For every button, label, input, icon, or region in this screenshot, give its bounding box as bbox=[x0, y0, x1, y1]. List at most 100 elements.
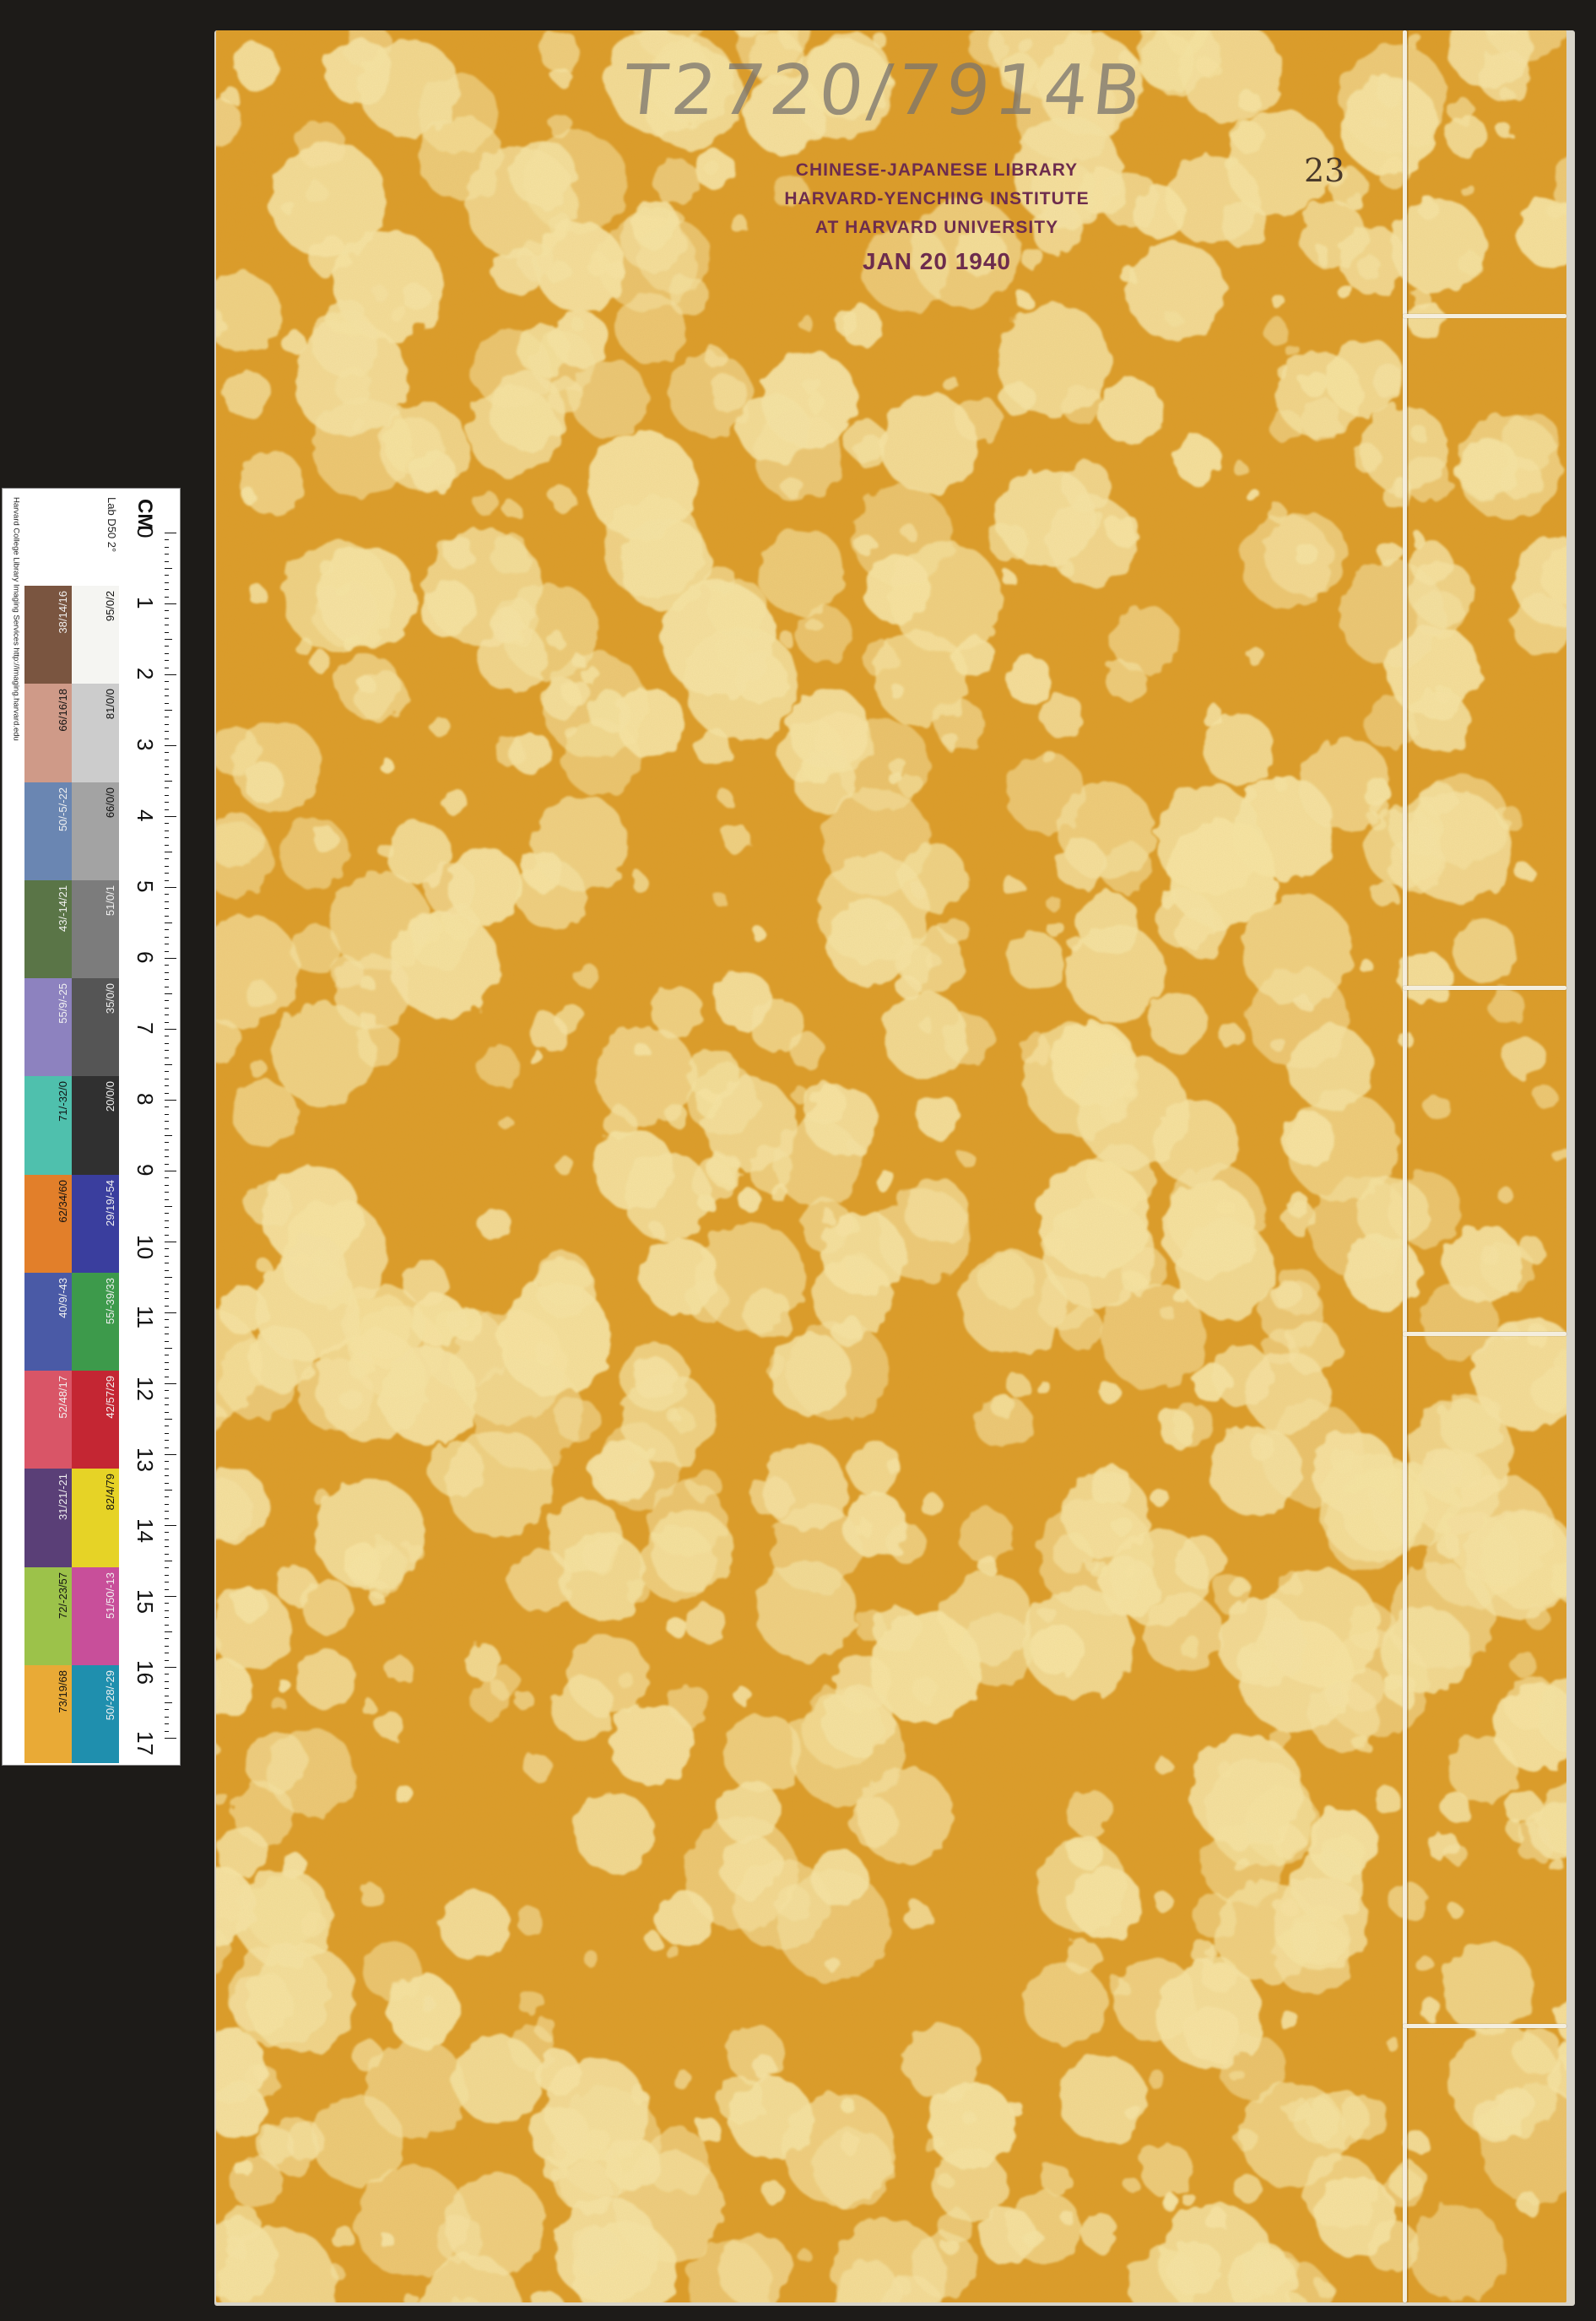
ruler-tick bbox=[165, 1688, 169, 1690]
ruler-number: 3 bbox=[133, 738, 158, 751]
ruler-number: 12 bbox=[133, 1377, 158, 1401]
color-swatch: 50/-5/-22 bbox=[24, 782, 72, 880]
ruler-tick bbox=[165, 646, 169, 647]
color-swatch: 51/50/-13 bbox=[72, 1566, 119, 1665]
ruler-tick bbox=[165, 1298, 169, 1300]
ruler-tick bbox=[165, 1142, 169, 1144]
ruler-tick bbox=[165, 1007, 169, 1009]
color-swatch: 81/0/0 bbox=[72, 684, 119, 782]
color-swatch: 31/21/-21 bbox=[24, 1469, 72, 1567]
ruler-tick bbox=[165, 546, 169, 548]
ruler-tick bbox=[165, 830, 169, 831]
stamp-date: JAN 20 1940 bbox=[862, 248, 1011, 274]
color-swatch: 82/4/79 bbox=[72, 1469, 119, 1567]
ruler-tick bbox=[165, 1113, 169, 1115]
volume-number: 23 bbox=[1304, 152, 1345, 189]
ruler-tick bbox=[165, 1667, 176, 1668]
ruler-tick bbox=[165, 596, 169, 598]
ruler-tick bbox=[165, 1100, 176, 1101]
ruler-tick bbox=[165, 887, 176, 888]
paper-grain bbox=[216, 30, 1566, 2302]
ruler-tick bbox=[165, 1177, 169, 1179]
ruler-number: 14 bbox=[133, 1518, 158, 1543]
ruler-tick bbox=[165, 1021, 169, 1023]
ruler-tick bbox=[165, 603, 176, 604]
ruler-tick bbox=[165, 1156, 169, 1158]
ruler-tick bbox=[165, 1248, 169, 1250]
ruler-tick bbox=[165, 1014, 169, 1016]
ruler-tick bbox=[165, 1192, 169, 1193]
ruler-tick bbox=[165, 766, 169, 768]
color-swatch: 51/0/1 bbox=[72, 879, 119, 978]
ruler-number: 2 bbox=[133, 668, 158, 680]
ruler-tick bbox=[165, 1716, 169, 1718]
ruler-tick bbox=[165, 965, 169, 966]
ruler-tick bbox=[165, 837, 169, 839]
ruler-tick bbox=[165, 1312, 176, 1313]
swatch-label: 55/9/-25 bbox=[57, 983, 69, 1024]
ruler-number: 10 bbox=[133, 1235, 158, 1259]
ruler-tick bbox=[165, 1135, 172, 1136]
ruler-tick bbox=[165, 873, 169, 874]
ruler-tick bbox=[165, 1269, 169, 1271]
ruler-tick bbox=[165, 1617, 169, 1619]
color-swatch: 20/0/0 bbox=[72, 1076, 119, 1175]
swatch-label: 66/16/18 bbox=[57, 689, 69, 732]
ruler-tick bbox=[165, 971, 169, 973]
ruler-number: 0 bbox=[133, 526, 158, 538]
ruler-tick bbox=[165, 738, 169, 739]
swatch-label: 66/0/0 bbox=[104, 787, 116, 818]
ruler-tick bbox=[165, 1369, 169, 1371]
ruler-tick bbox=[165, 1163, 169, 1165]
ruler-number: 1 bbox=[133, 597, 158, 609]
color-swatch: 38/14/16 bbox=[24, 586, 72, 684]
ruler-tick bbox=[165, 1553, 169, 1555]
ruler-tick bbox=[165, 1659, 169, 1661]
ruler-tick bbox=[165, 894, 169, 895]
ruler-tick bbox=[165, 1503, 169, 1505]
swatch-label: 50/-5/-22 bbox=[57, 787, 69, 831]
ruler-tick bbox=[165, 610, 169, 612]
ruler-tick bbox=[165, 589, 169, 591]
binding-thread bbox=[1403, 986, 1566, 990]
ruler-tick bbox=[165, 1419, 172, 1420]
ruler-tick bbox=[165, 958, 176, 959]
stamp-line-2: HARVARD-YENCHING INSTITUTE bbox=[784, 189, 1090, 208]
ruler-tick bbox=[165, 582, 169, 583]
ruler-tick bbox=[165, 1029, 176, 1030]
ruler-tick bbox=[165, 844, 169, 846]
ruler-tick bbox=[165, 1050, 169, 1052]
swatch-label: 20/0/0 bbox=[104, 1081, 116, 1112]
ruler-tick bbox=[165, 1206, 172, 1207]
ruler-number: 6 bbox=[133, 951, 158, 964]
ruler-tick bbox=[165, 922, 172, 923]
ruler-tick bbox=[165, 745, 176, 746]
ruler-tick bbox=[165, 901, 169, 902]
handwritten-call-number: T2720/7914B bbox=[620, 51, 1150, 131]
color-swatch: 95/0/2 bbox=[72, 586, 119, 684]
ruler-tick bbox=[165, 1539, 169, 1540]
ruler-number: 9 bbox=[133, 1164, 158, 1177]
ruler-tick bbox=[165, 823, 169, 825]
ruler-tick bbox=[165, 950, 169, 952]
ruler-tick bbox=[165, 1631, 172, 1632]
book-cover bbox=[216, 30, 1566, 2302]
ruler-tick bbox=[165, 1361, 169, 1363]
ruler-tick bbox=[165, 1730, 169, 1732]
ruler-tick bbox=[165, 1461, 169, 1463]
ruler-tick bbox=[165, 1603, 169, 1604]
color-swatch: 52/48/17 bbox=[24, 1371, 72, 1469]
ruler-number: 16 bbox=[133, 1660, 158, 1685]
ruler-tick bbox=[165, 752, 169, 754]
binding-thread bbox=[1403, 1332, 1566, 1336]
binding-thread-vertical bbox=[1403, 30, 1407, 2302]
ruler-tick bbox=[165, 1284, 169, 1285]
ruler-tick bbox=[165, 695, 169, 697]
ruler-tick bbox=[165, 1511, 169, 1512]
ruler-tick bbox=[165, 1234, 169, 1236]
ruler-tick bbox=[165, 731, 169, 733]
ruler-tick bbox=[165, 639, 172, 640]
ruler-tick bbox=[165, 1305, 169, 1307]
ruler-tick bbox=[165, 660, 169, 662]
color-swatch: 55/-39/33 bbox=[72, 1272, 119, 1371]
